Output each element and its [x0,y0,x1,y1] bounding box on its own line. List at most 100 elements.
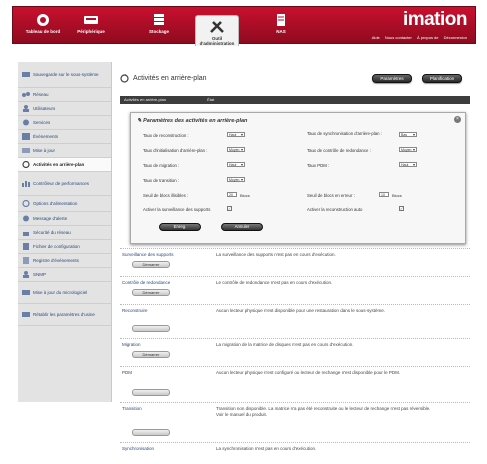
activity-name[interactable]: Contrôle de redondance [122,280,170,285]
help-link[interactable]: Aide [372,35,380,40]
page-title-text: Activités en arrière-plan [133,75,207,82]
sidebar-item-network[interactable]: Réseau [18,88,111,102]
start-button[interactable]: Démarrer [132,261,170,268]
sidebar-item-label: SNMP [33,271,47,277]
nav-item-dashboard[interactable]: Tableau de bord [21,9,65,45]
sidebar-item-factory-reset[interactable]: Rétablir les paramètres d'usine [18,304,111,326]
firmware-icon [22,290,30,295]
sidebar-item-alert[interactable]: Message d'alerte [18,212,111,226]
bg-init-rate-label: Taux d'initialisation d'arrière-plan : [143,148,208,153]
pdm-rate-select[interactable]: Haut [399,162,417,167]
activity-status: Transition non disponible. La matrice n'… [216,406,431,417]
dashboard-icon [37,14,49,26]
activity-table-header: Activités en arrière-plan État [120,96,470,104]
sidebar-item-background-activity[interactable]: Activités en arrière-plan [18,158,111,172]
config-file-icon [23,243,29,250]
sidebar-item-update[interactable]: Mise à jour [18,144,111,158]
sidebar-item-backup[interactable]: Sauvegarde sur le sous-système [18,62,111,88]
event-log-icon [23,257,29,264]
sidebar-item-users[interactable]: Utilisateurs [18,102,111,116]
media-patrol-checkbox[interactable]: ✓ [227,206,232,211]
error-threshold-input[interactable]: 10 [379,192,389,197]
auto-rebuild-label: Activer la reconstruction auto [307,207,363,212]
contact-link[interactable]: Nous contacter [385,35,412,40]
media-patrol-label: Activer la surveillance des supports [143,207,211,212]
storage-icon [154,14,164,25]
sidebar-item-label: Options d'alimentation [33,200,78,206]
unit-label: Blocs [240,193,250,198]
activity-row-migration: Migration La migration de la matrice de … [120,338,470,366]
settings-button[interactable]: Paramètres [372,74,412,83]
pdm-rate-label: Taux PDM : [307,163,330,168]
services-icon [23,119,29,126]
snmp-icon [23,271,29,278]
start-button[interactable] [132,429,170,436]
power-icon [22,200,30,207]
nav-item-nas[interactable]: NAS [259,9,303,45]
sidebar-item-snmp[interactable]: SNMP [18,268,111,282]
activity-row-transition: Transition Transition non disponible. La… [120,402,470,442]
activity-name[interactable]: PDM [122,370,132,375]
nav-item-label: NAS [276,29,286,34]
transition-rate-select[interactable]: Moyen [227,177,245,182]
auto-rebuild-checkbox[interactable]: ✓ [399,206,404,211]
nas-icon [277,14,285,26]
nav-item-storage[interactable]: Stockage [137,9,181,45]
performance-icon [22,181,30,187]
bg-sync-rate-select[interactable]: Bas [399,132,417,137]
rebuild-rate-select[interactable]: Haut [227,132,245,137]
save-button[interactable]: Enreg. [159,223,201,231]
migration-rate-select[interactable]: Haut [227,162,245,167]
error-threshold-label: Seuil de blocs en erreur : [307,193,355,198]
close-icon[interactable]: × [454,116,461,123]
about-link[interactable]: À propos de [417,35,439,40]
sidebar-item-performance[interactable]: Contrôleur de performances [18,172,111,196]
sidebar-item-event-log[interactable]: Registre d'événements [18,254,111,268]
activity-name[interactable]: Synchronisation [122,446,154,451]
activity-status: La surveillance des supports n'est pas e… [216,252,336,257]
settings-dialog: ✎ Paramètres des activités en arrière-pl… [130,112,466,244]
nav-item-admin-tools[interactable]: Outil d'administration [195,15,239,46]
sidebar-item-label: Message d'alerte [33,215,68,221]
activity-name[interactable]: Reconstruire [122,308,148,313]
page-title: Activités en arrière-plan [120,74,207,83]
sidebar-item-power[interactable]: Options d'alimentation [18,196,111,212]
sidebar-item-label: Sauvegarde sur le sous-système [33,71,99,77]
redundancy-rate-label: Taux de contrôle de redondance : [307,148,371,153]
nav-item-label: Outil d'administration [199,36,235,46]
backup-icon [22,72,30,77]
sidebar-item-config-file[interactable]: Fichier de configuration [18,240,111,254]
nav-item-device[interactable]: Périphérique [69,9,113,45]
sidebar: Sauvegarde sur le sous-système Réseau Ut… [18,62,112,402]
start-button[interactable] [132,389,170,396]
cancel-button[interactable]: Annuler [221,223,263,231]
network-icon [22,92,30,97]
activity-status: La synchronisation n'est pas en cours d'… [216,446,317,451]
logout-link[interactable]: Déconnexion [444,35,467,40]
activity-name[interactable]: Transition [122,406,142,411]
sidebar-item-firmware[interactable]: Mise à jour du micrologiciel [18,282,111,304]
alert-icon [23,215,29,222]
events-icon [22,133,30,140]
sidebar-item-services[interactable]: Services [18,116,111,130]
bg-init-rate-select[interactable]: Moyen [227,147,245,152]
start-button[interactable]: Démarrer [132,351,170,358]
activity-name[interactable]: Surveillance des supports [122,252,174,257]
schedule-button[interactable]: Planification [422,74,462,83]
redundancy-rate-select[interactable]: Moyen [399,147,417,152]
rebuild-rate-label: Taux de reconstruction : [143,133,189,138]
bg-sync-rate-label: Taux de synchronisation d'arrière-plan : [307,131,382,136]
nav-item-label: Tableau de bord [25,29,61,34]
sidebar-item-security[interactable]: Sécurité du réseau [18,226,111,240]
activity-row-redundancy: Contrôle de redondance Le contrôle de re… [120,276,470,304]
activity-name[interactable]: Migration [122,342,141,347]
update-icon [22,148,30,153]
sidebar-item-label: Activités en arrière-plan [33,161,85,167]
sidebar-item-label: Registre d'événements [33,257,79,263]
sidebar-item-label: Contrôleur de performances [33,180,90,186]
start-button[interactable]: Démarrer [132,289,170,296]
start-button[interactable] [132,325,170,332]
transition-rate-label: Taux de transition : [143,178,180,183]
unreadable-threshold-input[interactable]: 20 [227,192,237,197]
sidebar-item-events[interactable]: Événements [18,130,111,144]
